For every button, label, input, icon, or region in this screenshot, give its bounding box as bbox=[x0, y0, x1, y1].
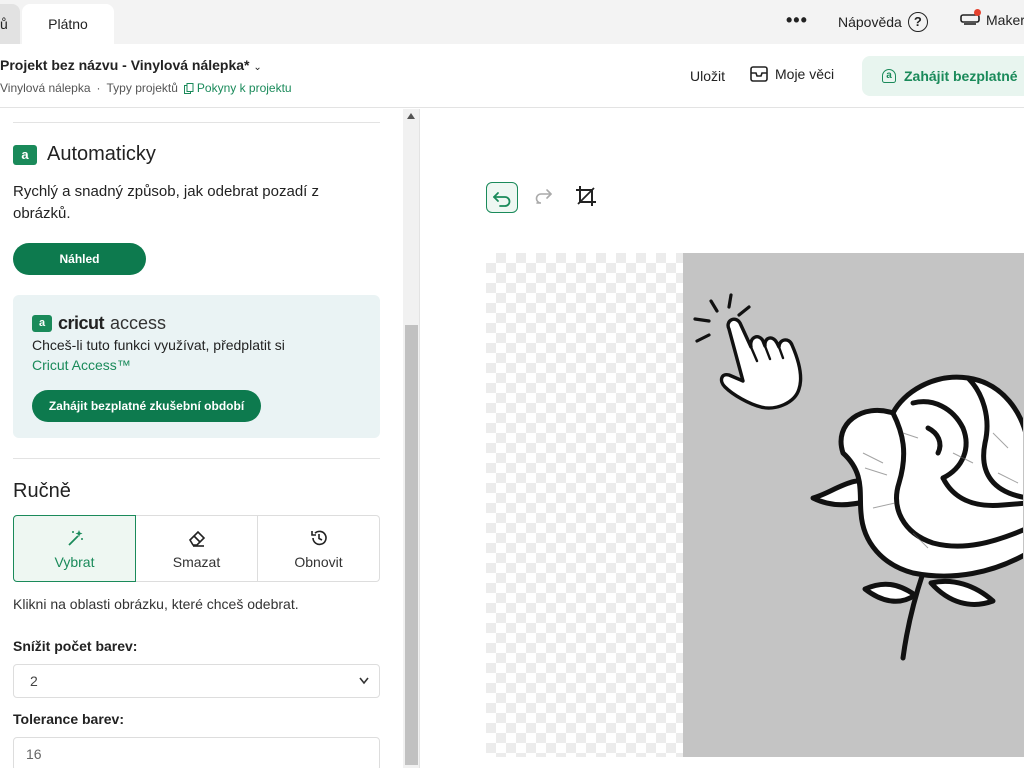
cricut-access-card: a cricut access Chceš-li tuto funkci vyu… bbox=[13, 295, 380, 438]
magic-wand-icon bbox=[67, 529, 83, 546]
start-trial-header-button[interactable]: a Zahájit bezplatné bbox=[862, 56, 1024, 96]
project-title-text: Projekt bez názvu - Vinylová nálepka* bbox=[0, 57, 250, 73]
cricut-access-link[interactable]: Cricut Access™ bbox=[32, 357, 131, 373]
top-tab-bar: ů Plátno ••• Nápověda ? Maker bbox=[0, 0, 1024, 44]
undo-button[interactable] bbox=[486, 182, 518, 213]
redo-icon bbox=[535, 189, 552, 204]
instructions-link[interactable]: Pokyny k projektu bbox=[183, 81, 292, 95]
pointing-hand-icon bbox=[693, 293, 803, 410]
divider bbox=[13, 458, 380, 459]
auto-section-heading: a Automaticky bbox=[13, 143, 156, 166]
tab-canvas-label: Plátno bbox=[48, 16, 88, 32]
reduce-colors-value: 2 bbox=[30, 673, 38, 689]
machine-icon bbox=[960, 9, 981, 27]
undo-icon bbox=[493, 191, 511, 207]
manual-section-heading: Ručně bbox=[13, 480, 71, 502]
image-canvas[interactable] bbox=[683, 253, 1024, 757]
tool-select[interactable]: Vybrat bbox=[13, 515, 136, 582]
help-button[interactable]: Nápověda ? bbox=[838, 12, 928, 32]
background-remover-panel: a Automaticky Rychlý a snadný způsob, ja… bbox=[0, 109, 420, 768]
separator: · bbox=[96, 81, 101, 95]
cricut-brand: cricut bbox=[58, 313, 105, 333]
project-header: Projekt bez názvu - Vinylová nálepka* ⌄ … bbox=[0, 44, 1024, 108]
more-options-button[interactable]: ••• bbox=[786, 10, 808, 31]
notification-dot bbox=[974, 9, 981, 16]
auto-description: Rychlý a snadný způsob, jak odebrat poza… bbox=[13, 183, 320, 222]
start-free-trial-button[interactable]: Zahájit bezplatné zkušební období bbox=[32, 390, 261, 422]
access-text-body: Chceš-li tuto funkci využívat, předplati… bbox=[32, 337, 285, 353]
tolerance-value: 16 bbox=[26, 746, 42, 762]
canvas-area bbox=[421, 109, 1024, 768]
scroll-thumb[interactable] bbox=[405, 325, 418, 765]
tool-select-label: Vybrat bbox=[54, 553, 95, 570]
my-stuff-label: Moje věci bbox=[775, 66, 835, 82]
tolerance-label: Tolerance barev: bbox=[13, 711, 125, 727]
manual-tools: Vybrat Smazat Obnovit bbox=[13, 515, 380, 582]
tab-canvas[interactable]: Plátno bbox=[22, 4, 114, 44]
tool-erase[interactable]: Smazat bbox=[136, 515, 258, 582]
copy-icon bbox=[183, 82, 194, 94]
access-text: Chceš-li tuto funkci využívat, předplati… bbox=[32, 335, 362, 375]
reduce-colors-select[interactable]: 2 bbox=[13, 664, 380, 698]
transparent-area[interactable] bbox=[486, 253, 683, 757]
divider bbox=[13, 122, 380, 123]
tab-previous-label: ů bbox=[0, 16, 8, 32]
project-subinfo: Vinylová nálepka · Typy projektů Pokyny … bbox=[0, 81, 292, 95]
cricut-access-icon: a bbox=[13, 144, 37, 165]
tool-restore-label: Obnovit bbox=[294, 553, 343, 570]
rose-image bbox=[810, 374, 1023, 661]
chevron-down-icon bbox=[358, 665, 370, 709]
project-title[interactable]: Projekt bez názvu - Vinylová nálepka* ⌄ bbox=[0, 57, 262, 73]
preview-button[interactable]: Náhled bbox=[13, 243, 146, 275]
eraser-icon bbox=[188, 530, 205, 547]
crop-button[interactable] bbox=[575, 185, 597, 212]
help-label: Nápověda bbox=[838, 14, 902, 30]
project-type: Vinylová nálepka bbox=[0, 81, 91, 95]
save-label: Uložit bbox=[690, 68, 726, 84]
tool-restore[interactable]: Obnovit bbox=[258, 515, 380, 582]
machine-button[interactable]: Maker bbox=[960, 9, 1024, 28]
question-icon: ? bbox=[907, 12, 928, 32]
reduce-colors-label: Snížit počet barev: bbox=[13, 638, 138, 654]
more-icon: ••• bbox=[786, 10, 808, 30]
machine-label: Maker bbox=[986, 12, 1024, 28]
my-stuff-button[interactable]: Moje věci bbox=[750, 66, 834, 82]
tool-erase-label: Smazat bbox=[172, 553, 221, 570]
panel-scrollbar[interactable] bbox=[403, 109, 419, 768]
instructions-label: Pokyny k projektu bbox=[196, 81, 292, 95]
cricut-access-icon: a bbox=[882, 69, 896, 83]
manual-hint: Klikni na oblasti obrázku, které chceš o… bbox=[13, 596, 299, 612]
chevron-down-icon: ⌄ bbox=[253, 62, 262, 73]
save-button[interactable]: Uložit bbox=[690, 68, 725, 84]
inbox-icon bbox=[750, 66, 768, 82]
start-trial-header-label: Zahájit bezplatné bbox=[904, 68, 1018, 84]
restore-icon bbox=[310, 530, 327, 545]
crop-icon bbox=[576, 186, 596, 206]
scroll-up-arrow-icon[interactable] bbox=[407, 113, 415, 119]
auto-heading-text: Automaticky bbox=[47, 143, 156, 165]
redo-button[interactable] bbox=[533, 187, 555, 210]
tolerance-input[interactable]: 16 bbox=[13, 737, 380, 768]
project-types-link[interactable]: Typy projektů bbox=[107, 81, 178, 95]
access-word: access bbox=[110, 313, 167, 333]
tab-previous[interactable]: ů bbox=[0, 4, 20, 44]
cricut-access-icon: a bbox=[32, 315, 52, 332]
cricut-access-logo: a cricut access bbox=[32, 313, 166, 334]
